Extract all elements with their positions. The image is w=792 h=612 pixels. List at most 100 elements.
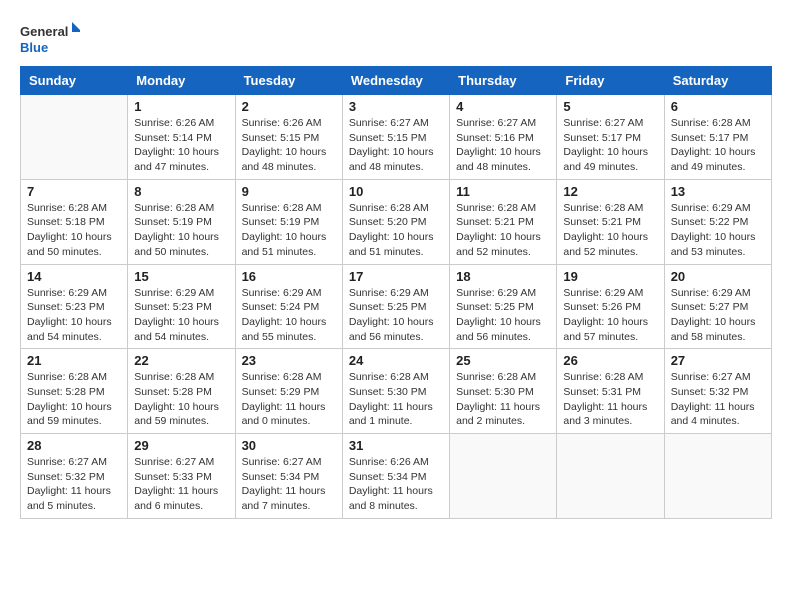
calendar-cell xyxy=(557,434,664,519)
calendar-week-row: 21 Sunrise: 6:28 AM Sunset: 5:28 PM Dayli… xyxy=(21,349,772,434)
day-number: 24 xyxy=(349,353,443,368)
day-info: Sunrise: 6:29 AM Sunset: 5:27 PM Dayligh… xyxy=(671,286,765,345)
day-number: 1 xyxy=(134,99,228,114)
day-info: Sunrise: 6:27 AM Sunset: 5:15 PM Dayligh… xyxy=(349,116,443,175)
day-number: 18 xyxy=(456,269,550,284)
calendar-cell: 4 Sunrise: 6:27 AM Sunset: 5:16 PM Daylig… xyxy=(450,95,557,180)
day-number: 19 xyxy=(563,269,657,284)
day-number: 9 xyxy=(242,184,336,199)
calendar-week-row: 28Sunrise: 6:27 AM Sunset: 5:32 PM Dayli… xyxy=(21,434,772,519)
calendar-cell: 2Sunrise: 6:26 AM Sunset: 5:15 PM Daylig… xyxy=(235,95,342,180)
calendar-cell: 18 Sunrise: 6:29 AM Sunset: 5:25 PM Dayli… xyxy=(450,264,557,349)
calendar-cell: 15 Sunrise: 6:29 AM Sunset: 5:23 PM Dayli… xyxy=(128,264,235,349)
day-header-sunday: Sunday xyxy=(21,67,128,95)
day-number: 28 xyxy=(27,438,121,453)
day-number: 6 xyxy=(671,99,765,114)
day-info: Sunrise: 6:26 AM Sunset: 5:34 PM Dayligh… xyxy=(349,455,443,514)
calendar-cell: 22Sunrise: 6:28 AM Sunset: 5:28 PM Dayli… xyxy=(128,349,235,434)
day-info: Sunrise: 6:27 AM Sunset: 5:33 PM Dayligh… xyxy=(134,455,228,514)
calendar-cell: 13 Sunrise: 6:29 AM Sunset: 5:22 PM Dayli… xyxy=(664,179,771,264)
calendar-cell: 21 Sunrise: 6:28 AM Sunset: 5:28 PM Dayli… xyxy=(21,349,128,434)
day-number: 3 xyxy=(349,99,443,114)
day-number: 10 xyxy=(349,184,443,199)
day-info: Sunrise: 6:29 AM Sunset: 5:23 PM Dayligh… xyxy=(134,286,228,345)
day-info: Sunrise: 6:28 AM Sunset: 5:31 PM Dayligh… xyxy=(563,370,657,429)
day-number: 25 xyxy=(456,353,550,368)
calendar-week-row: 7 Sunrise: 6:28 AM Sunset: 5:18 PM Daylig… xyxy=(21,179,772,264)
day-info: Sunrise: 6:28 AM Sunset: 5:30 PM Dayligh… xyxy=(456,370,550,429)
calendar-cell: 25 Sunrise: 6:28 AM Sunset: 5:30 PM Dayli… xyxy=(450,349,557,434)
day-info: Sunrise: 6:29 AM Sunset: 5:22 PM Dayligh… xyxy=(671,201,765,260)
calendar-header-row: SundayMondayTuesdayWednesdayThursdayFrid… xyxy=(21,67,772,95)
day-info: Sunrise: 6:26 AM Sunset: 5:14 PM Dayligh… xyxy=(134,116,228,175)
calendar-cell: 31Sunrise: 6:26 AM Sunset: 5:34 PM Dayli… xyxy=(342,434,449,519)
calendar-cell: 7 Sunrise: 6:28 AM Sunset: 5:18 PM Daylig… xyxy=(21,179,128,264)
day-number: 5 xyxy=(563,99,657,114)
day-info: Sunrise: 6:28 AM Sunset: 5:28 PM Dayligh… xyxy=(27,370,121,429)
calendar-cell: 19 Sunrise: 6:29 AM Sunset: 5:26 PM Dayli… xyxy=(557,264,664,349)
calendar-cell: 17Sunrise: 6:29 AM Sunset: 5:25 PM Dayli… xyxy=(342,264,449,349)
day-info: Sunrise: 6:29 AM Sunset: 5:25 PM Dayligh… xyxy=(456,286,550,345)
calendar-cell xyxy=(664,434,771,519)
calendar-cell: 11Sunrise: 6:28 AM Sunset: 5:21 PM Dayli… xyxy=(450,179,557,264)
day-number: 4 xyxy=(456,99,550,114)
calendar-cell: 20 Sunrise: 6:29 AM Sunset: 5:27 PM Dayli… xyxy=(664,264,771,349)
day-info: Sunrise: 6:29 AM Sunset: 5:26 PM Dayligh… xyxy=(563,286,657,345)
day-number: 30 xyxy=(242,438,336,453)
day-number: 21 xyxy=(27,353,121,368)
calendar-cell xyxy=(450,434,557,519)
day-info: Sunrise: 6:28 AM Sunset: 5:18 PM Dayligh… xyxy=(27,201,121,260)
day-info: Sunrise: 6:28 AM Sunset: 5:21 PM Dayligh… xyxy=(563,201,657,260)
day-number: 23 xyxy=(242,353,336,368)
day-info: Sunrise: 6:28 AM Sunset: 5:28 PM Dayligh… xyxy=(134,370,228,429)
calendar-cell: 28Sunrise: 6:27 AM Sunset: 5:32 PM Dayli… xyxy=(21,434,128,519)
calendar-cell: 12Sunrise: 6:28 AM Sunset: 5:21 PM Dayli… xyxy=(557,179,664,264)
calendar-week-row: 1 Sunrise: 6:26 AM Sunset: 5:14 PM Daylig… xyxy=(21,95,772,180)
day-header-tuesday: Tuesday xyxy=(235,67,342,95)
page-header: General Blue xyxy=(20,20,772,56)
day-info: Sunrise: 6:29 AM Sunset: 5:24 PM Dayligh… xyxy=(242,286,336,345)
day-info: Sunrise: 6:28 AM Sunset: 5:20 PM Dayligh… xyxy=(349,201,443,260)
svg-text:Blue: Blue xyxy=(20,40,48,55)
day-header-saturday: Saturday xyxy=(664,67,771,95)
day-number: 29 xyxy=(134,438,228,453)
logo: General Blue xyxy=(20,20,80,56)
day-number: 2 xyxy=(242,99,336,114)
day-number: 14 xyxy=(27,269,121,284)
day-info: Sunrise: 6:29 AM Sunset: 5:25 PM Dayligh… xyxy=(349,286,443,345)
calendar-cell: 14 Sunrise: 6:29 AM Sunset: 5:23 PM Dayli… xyxy=(21,264,128,349)
day-number: 27 xyxy=(671,353,765,368)
day-header-thursday: Thursday xyxy=(450,67,557,95)
day-number: 26 xyxy=(563,353,657,368)
day-info: Sunrise: 6:28 AM Sunset: 5:21 PM Dayligh… xyxy=(456,201,550,260)
calendar-cell: 24 Sunrise: 6:28 AM Sunset: 5:30 PM Dayli… xyxy=(342,349,449,434)
day-info: Sunrise: 6:29 AM Sunset: 5:23 PM Dayligh… xyxy=(27,286,121,345)
day-number: 7 xyxy=(27,184,121,199)
day-info: Sunrise: 6:27 AM Sunset: 5:16 PM Dayligh… xyxy=(456,116,550,175)
day-number: 16 xyxy=(242,269,336,284)
svg-text:General: General xyxy=(20,24,68,39)
calendar-cell: 16 Sunrise: 6:29 AM Sunset: 5:24 PM Dayli… xyxy=(235,264,342,349)
day-info: Sunrise: 6:28 AM Sunset: 5:30 PM Dayligh… xyxy=(349,370,443,429)
calendar-cell: 10 Sunrise: 6:28 AM Sunset: 5:20 PM Dayli… xyxy=(342,179,449,264)
calendar-cell: 26 Sunrise: 6:28 AM Sunset: 5:31 PM Dayli… xyxy=(557,349,664,434)
calendar-cell: 27 Sunrise: 6:27 AM Sunset: 5:32 PM Dayli… xyxy=(664,349,771,434)
calendar-cell: 8Sunrise: 6:28 AM Sunset: 5:19 PM Daylig… xyxy=(128,179,235,264)
calendar-week-row: 14 Sunrise: 6:29 AM Sunset: 5:23 PM Dayli… xyxy=(21,264,772,349)
day-info: Sunrise: 6:28 AM Sunset: 5:19 PM Dayligh… xyxy=(242,201,336,260)
day-info: Sunrise: 6:27 AM Sunset: 5:17 PM Dayligh… xyxy=(563,116,657,175)
day-number: 15 xyxy=(134,269,228,284)
day-number: 13 xyxy=(671,184,765,199)
day-header-monday: Monday xyxy=(128,67,235,95)
calendar-cell: 9 Sunrise: 6:28 AM Sunset: 5:19 PM Daylig… xyxy=(235,179,342,264)
calendar-cell: 5 Sunrise: 6:27 AM Sunset: 5:17 PM Daylig… xyxy=(557,95,664,180)
calendar-cell: 29 Sunrise: 6:27 AM Sunset: 5:33 PM Dayli… xyxy=(128,434,235,519)
calendar-cell xyxy=(21,95,128,180)
day-header-friday: Friday xyxy=(557,67,664,95)
day-number: 20 xyxy=(671,269,765,284)
calendar-cell: 6Sunrise: 6:28 AM Sunset: 5:17 PM Daylig… xyxy=(664,95,771,180)
day-info: Sunrise: 6:28 AM Sunset: 5:29 PM Dayligh… xyxy=(242,370,336,429)
calendar-cell: 30Sunrise: 6:27 AM Sunset: 5:34 PM Dayli… xyxy=(235,434,342,519)
day-info: Sunrise: 6:27 AM Sunset: 5:32 PM Dayligh… xyxy=(671,370,765,429)
logo-svg: General Blue xyxy=(20,20,80,56)
